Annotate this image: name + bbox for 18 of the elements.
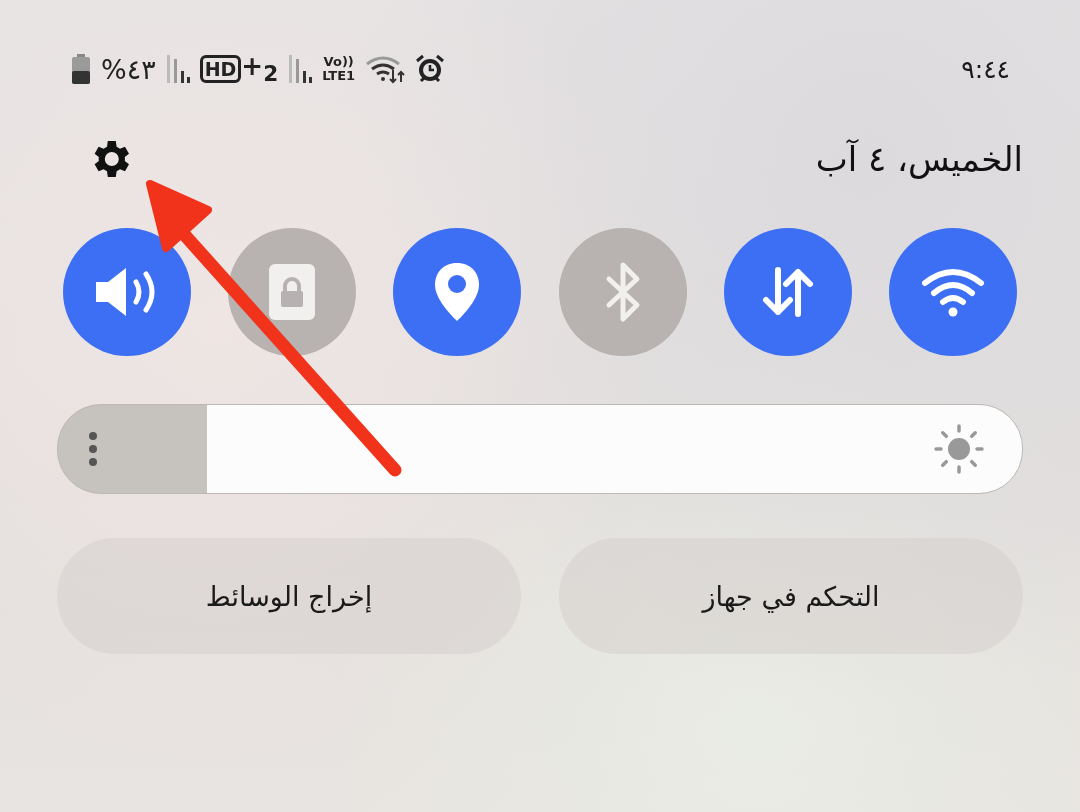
panel-button[interactable]: التحكم في جهاز (559, 538, 1023, 654)
signal-icon (165, 55, 190, 83)
wifi-icon (365, 54, 406, 84)
sun-icon (932, 422, 986, 476)
hd-sim-indicator: +$_{2}$ (241, 51, 279, 87)
volte-indicator: Vo)) LTE1 (322, 55, 356, 83)
lock-screen-icon (267, 262, 318, 322)
date-label: الخميس، ٤ آب (815, 139, 1023, 179)
alarm-clock-icon (415, 54, 446, 84)
wifi-icon (921, 267, 985, 317)
hd-voice-indicator: HD (199, 55, 242, 83)
battery-icon (71, 54, 91, 84)
battery-percent: %٤٣ (101, 53, 156, 85)
clock-time: ٩:٤٤ (961, 54, 1010, 84)
panel-button[interactable]: إخراج الوسائط (57, 538, 521, 654)
more-options-icon[interactable] (88, 431, 98, 467)
location-pin-icon (433, 261, 482, 323)
signal-icon (288, 55, 313, 83)
